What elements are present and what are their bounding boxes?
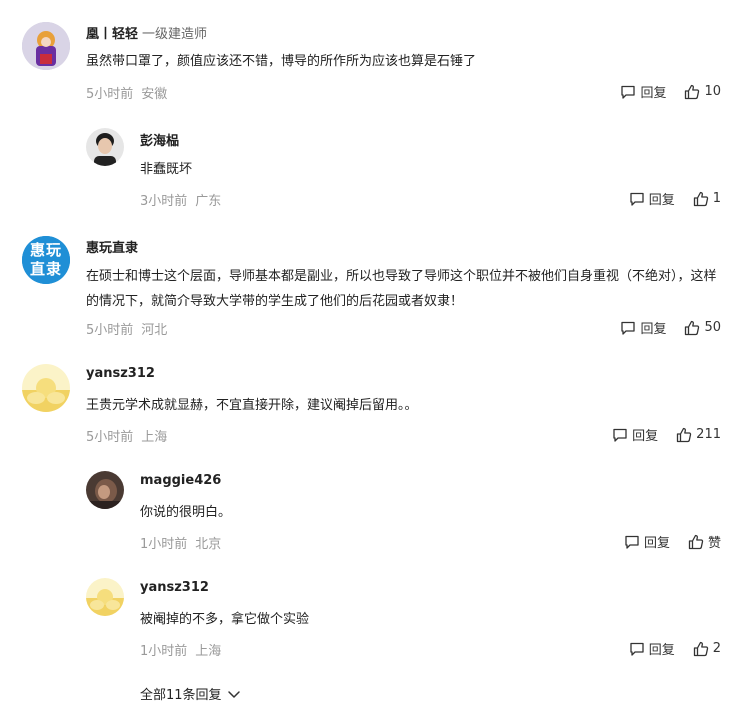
comment-meta: 1小时前 北京 [140, 533, 221, 552]
comment-actions: 回复 10 [620, 82, 721, 101]
reply-button[interactable]: 回复 [620, 82, 666, 101]
user-name[interactable]: yansz312 [86, 366, 155, 381]
comment-icon [621, 321, 636, 335]
like-count: 10 [704, 84, 721, 99]
comment-meta: 1小时前 上海 [140, 640, 221, 659]
like-count: 50 [704, 320, 721, 335]
like-button[interactable]: 1 [693, 191, 721, 207]
avatar-image [86, 471, 124, 509]
comment-actions: 回复 1 [629, 189, 721, 208]
avatar[interactable] [86, 128, 124, 166]
like-button[interactable]: 2 [693, 641, 721, 657]
comment-meta: 5小时前 河北 [86, 319, 167, 338]
comment-actions: 回复 211 [612, 425, 721, 444]
user-name[interactable]: 惠玩直隶 [86, 237, 138, 256]
comment-actions: 回复 50 [620, 318, 721, 337]
comment-meta: 5小时前 安徽 [86, 83, 167, 102]
thumbs-up-icon [688, 534, 704, 549]
like-button[interactable]: 50 [684, 320, 721, 336]
reply-button[interactable]: 回复 [629, 189, 675, 208]
location: 广东 [195, 194, 222, 209]
timestamp: 5小时前 [86, 430, 134, 445]
comment-text: 被阉掉的不多，拿它做个实验 [140, 612, 310, 627]
like-count: 2 [712, 641, 721, 656]
reply-label: 回复 [632, 429, 659, 444]
reply-button[interactable]: 回复 [612, 425, 658, 444]
reply-label: 回复 [640, 86, 667, 101]
comment-meta: 5小时前 上海 [86, 426, 167, 445]
location: 上海 [141, 430, 168, 445]
avatar-image [22, 22, 70, 70]
show-all-replies-label: 全部11条回复 [140, 688, 222, 703]
avatar[interactable] [86, 471, 124, 509]
reply-label: 回复 [648, 193, 675, 208]
avatar[interactable] [22, 364, 70, 412]
user-name[interactable]: 彭海榀 [140, 130, 179, 149]
comment-actions: 回复 2 [629, 639, 721, 658]
comment-actions: 回复 赞 [624, 532, 721, 551]
timestamp: 3小时前 [140, 194, 188, 209]
thumbs-up-icon [677, 427, 692, 442]
thumbs-up-icon [685, 320, 700, 335]
thumbs-up-icon [685, 84, 700, 99]
show-all-replies-button[interactable]: 全部11条回复 [140, 684, 242, 703]
avatar-image [86, 128, 124, 166]
comment-icon [630, 642, 644, 656]
location: 上海 [195, 644, 222, 659]
comment-icon [625, 535, 639, 549]
thumbs-up-icon [693, 191, 708, 206]
avatar-image [86, 578, 124, 616]
like-button[interactable]: 211 [676, 427, 721, 443]
comment-text: 王贵元学术成就显赫，不宜直接开除，建议阉掉后留用。。 [86, 398, 418, 413]
like-count: 211 [696, 427, 721, 442]
like-button[interactable]: 赞 [688, 532, 721, 551]
reply-button[interactable]: 回复 [629, 639, 675, 658]
user-title: 一级建造师 [142, 27, 208, 42]
like-count: 1 [712, 191, 721, 206]
timestamp: 1小时前 [140, 537, 188, 552]
avatar[interactable] [86, 578, 124, 616]
reply-label: 回复 [640, 322, 667, 337]
reply-label: 回复 [643, 536, 670, 551]
comment-icon [613, 428, 627, 442]
timestamp: 5小时前 [86, 323, 134, 338]
reply-button[interactable]: 回复 [620, 318, 666, 337]
location: 河北 [141, 323, 168, 338]
chevron-down-icon [227, 690, 240, 698]
user-name[interactable]: maggie426 [140, 473, 221, 488]
user-name[interactable]: yansz312 [140, 580, 209, 595]
avatar[interactable]: 惠玩 直隶 [22, 236, 70, 284]
comment-text: 非蠢既坏 [140, 162, 193, 177]
thumbs-up-icon [693, 641, 708, 656]
comment-text: 虽然带口罩了，颜值应该还不错，博导的所作所为应该也算是石锤了 [86, 54, 477, 69]
comment-text: 你说的很明白。 [140, 505, 232, 520]
reply-label: 回复 [648, 643, 675, 658]
reply-button[interactable]: 回复 [624, 532, 670, 551]
user-name-text[interactable]: 凰丨轻轻 [86, 27, 138, 42]
comment-meta: 3小时前 广东 [140, 190, 221, 209]
user-name[interactable]: 凰丨轻轻 一级建造师 [86, 23, 207, 42]
comment-icon [630, 192, 644, 206]
timestamp: 1小时前 [140, 644, 188, 659]
location: 安徽 [141, 87, 168, 102]
like-button[interactable]: 10 [684, 84, 721, 100]
comment-text: 在硕士和博士这个层面，导师基本都是副业，所以也导致了导师这个职位并不被他们自身重… [86, 269, 717, 309]
avatar[interactable] [22, 22, 70, 70]
avatar-image [22, 364, 70, 412]
like-count: 赞 [707, 536, 721, 551]
timestamp: 5小时前 [86, 87, 134, 102]
location: 北京 [195, 537, 222, 552]
avatar-logo-text: 惠玩 直隶 [29, 241, 62, 278]
comment-icon [621, 85, 636, 99]
